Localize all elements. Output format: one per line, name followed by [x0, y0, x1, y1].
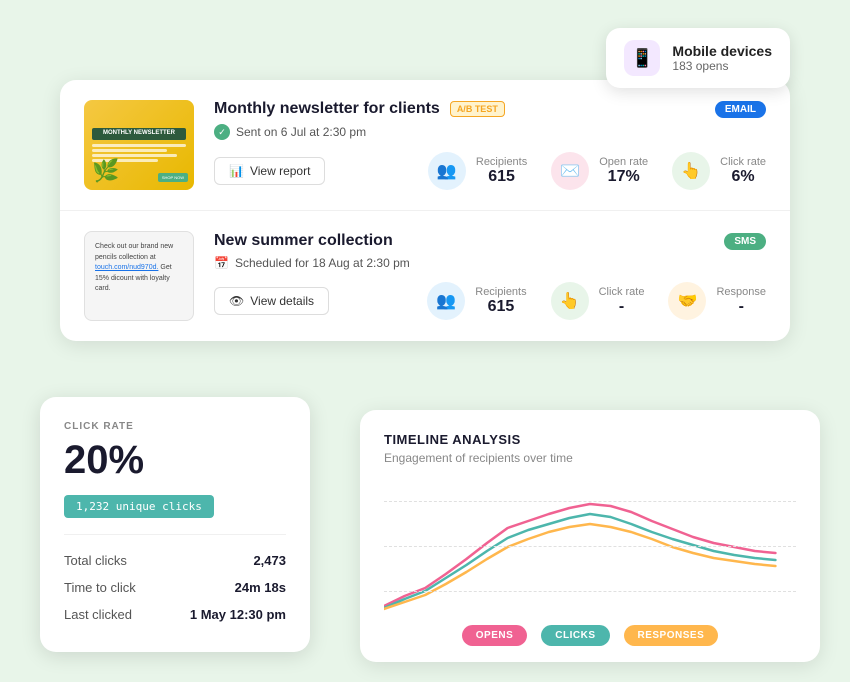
timeline-chart: [384, 481, 796, 611]
timeline-legend: OPENS CLICKS RESPONSES: [384, 625, 796, 646]
open-rate-icon: ✉️: [551, 152, 589, 190]
mobile-badge-subtitle: 183 opens: [672, 59, 772, 73]
recipients-stat: 👥 Recipients 615: [428, 152, 527, 190]
recipients-icon: 👥: [428, 152, 466, 190]
recipients-stat-2: 👥 Recipients 615: [427, 282, 526, 320]
click-rate-stat: 👆 Click rate 6%: [672, 152, 766, 190]
sms-preview-text: Check out our brand new pencils collecti…: [95, 242, 183, 295]
campaign-thumbnail-2: Check out our brand new pencils collecti…: [84, 231, 194, 321]
last-clicked-row: Last clicked 1 May 12:30 pm: [64, 601, 286, 628]
campaign-1-ab-badge: A/B TEST: [450, 101, 505, 117]
view-report-button[interactable]: 📊 View report: [214, 157, 325, 185]
sent-status-icon: ✓: [214, 124, 230, 140]
campaign-1-title-row: Monthly newsletter for clients A/B TEST …: [214, 100, 766, 118]
last-clicked-label: Last clicked: [64, 607, 132, 622]
mobile-icon: 📱: [624, 40, 660, 76]
time-to-click-value: 24m 18s: [235, 580, 286, 595]
report-icon: 📊: [229, 164, 244, 178]
last-clicked-value: 1 May 12:30 pm: [190, 607, 286, 622]
response-icon: 🤝: [668, 282, 706, 320]
click-rate-stats: Total clicks 2,473 Time to click 24m 18s…: [64, 534, 286, 628]
timeline-subtitle: Engagement of recipients over time: [384, 451, 796, 465]
campaign-1-status: ✓ Sent on 6 Jul at 2:30 pm: [214, 124, 766, 140]
total-clicks-label: Total clicks: [64, 553, 127, 568]
unique-clicks-badge: 1,232 unique clicks: [64, 495, 214, 518]
legend-responses: RESPONSES: [624, 625, 719, 646]
click-rate-value: 6%: [732, 168, 755, 185]
response-label: Response: [716, 286, 766, 298]
click-rate-label-2: Click rate: [599, 286, 645, 298]
campaign-1-info: Monthly newsletter for clients A/B TEST …: [214, 100, 766, 190]
click-rate-label: Click rate: [720, 156, 766, 168]
campaign-thumbnail-1: MONTHLY NEWSLETTER 🌿 SHOP NOW: [84, 100, 194, 190]
campaigns-card: MONTHLY NEWSLETTER 🌿 SHOP NOW Monthly ne…: [60, 80, 790, 341]
open-rate-value: 17%: [608, 168, 640, 185]
recipients-value: 615: [488, 168, 515, 185]
legend-clicks: CLICKS: [541, 625, 609, 646]
recipients-value-2: 615: [488, 298, 515, 315]
recipients-icon-2: 👥: [427, 282, 465, 320]
campaign-1-title: Monthly newsletter for clients: [214, 100, 440, 118]
click-rate-stat-2: 👆 Click rate -: [551, 282, 645, 320]
mobile-badge-content: Mobile devices 183 opens: [672, 43, 772, 73]
campaign-2-title: New summer collection: [214, 232, 393, 250]
campaign-2-stats: 👥 Recipients 615 👆 Click rate -: [427, 282, 766, 320]
click-rate-card: CLICK RATE 20% 1,232 unique clicks Total…: [40, 397, 310, 652]
campaign-1-status-text: Sent on 6 Jul at 2:30 pm: [236, 125, 366, 139]
open-rate-label: Open rate: [599, 156, 648, 168]
response-stat: 🤝 Response -: [668, 282, 766, 320]
total-clicks-value: 2,473: [253, 553, 286, 568]
click-rate-section-label: CLICK RATE: [64, 421, 286, 432]
response-value: -: [739, 298, 744, 315]
view-details-button[interactable]: 👁 View details: [214, 287, 329, 315]
campaign-row-2: Check out our brand new pencils collecti…: [60, 211, 790, 341]
recipients-label: Recipients: [476, 156, 527, 168]
scheduled-icon: 📅: [214, 256, 229, 270]
timeline-card: TIMELINE ANALYSIS Engagement of recipien…: [360, 410, 820, 662]
time-to-click-label: Time to click: [64, 580, 136, 595]
campaign-2-status: 📅 Scheduled for 18 Aug at 2:30 pm: [214, 256, 766, 270]
campaign-1-type-badge: EMAIL: [715, 101, 766, 118]
total-clicks-row: Total clicks 2,473: [64, 547, 286, 574]
click-rate-percent: 20%: [64, 438, 286, 483]
campaign-row-1: MONTHLY NEWSLETTER 🌿 SHOP NOW Monthly ne…: [60, 80, 790, 211]
open-rate-stat: ✉️ Open rate 17%: [551, 152, 648, 190]
legend-opens: OPENS: [462, 625, 528, 646]
click-rate-icon: 👆: [672, 152, 710, 190]
recipients-label-2: Recipients: [475, 286, 526, 298]
details-icon: 👁: [229, 294, 244, 308]
campaign-2-status-text: Scheduled for 18 Aug at 2:30 pm: [235, 256, 410, 270]
time-to-click-row: Time to click 24m 18s: [64, 574, 286, 601]
timeline-title: TIMELINE ANALYSIS: [384, 432, 796, 447]
campaign-1-stats: 👥 Recipients 615 ✉️ Open rate 17%: [428, 152, 766, 190]
campaign-2-type-badge: SMS: [724, 233, 766, 250]
campaign-2-title-row: New summer collection SMS: [214, 232, 766, 250]
mobile-badge-title: Mobile devices: [672, 43, 772, 59]
click-rate-icon-2: 👆: [551, 282, 589, 320]
campaign-2-info: New summer collection SMS 📅 Scheduled fo…: [214, 232, 766, 320]
click-rate-value-2: -: [619, 298, 624, 315]
mobile-devices-badge: 📱 Mobile devices 183 opens: [606, 28, 790, 88]
